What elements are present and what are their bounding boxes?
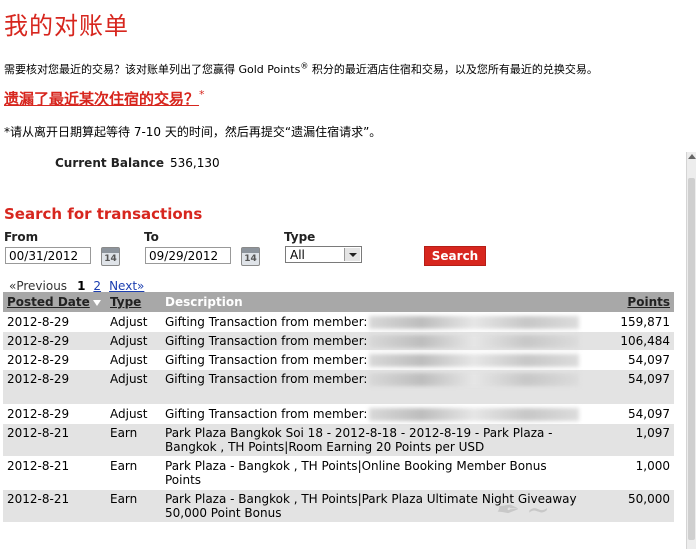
chevron-down-icon[interactable] [344, 248, 360, 261]
row-description: Park Plaza - Bangkok , TH Points|Online … [161, 456, 604, 490]
row-date: 2012-8-21 [3, 489, 106, 522]
points-header[interactable]: Points [604, 292, 674, 313]
row-description: Gifting Transaction from member: [161, 312, 604, 332]
table-row: 2012-8-21 Earn Park Plaza - Bangkok , TH… [3, 456, 674, 490]
row-type: Earn [106, 423, 161, 457]
row-date: 2012-8-29 [3, 350, 106, 370]
table-row: 2012-8-29 Adjust Gifting Transaction fro… [3, 404, 674, 424]
table-row: 2012-8-29 Adjust Gifting Transaction fro… [3, 350, 674, 370]
row-date: 2012-8-29 [3, 369, 106, 405]
missing-stay-row: 遗漏了最近某次住宿的交易？* [4, 88, 205, 109]
page-2-link[interactable]: 2 [93, 279, 101, 293]
page-title: 我的对账单 [4, 12, 129, 40]
balance-label: Current Balance [55, 156, 165, 170]
intro-text-part2: 积分的最近酒店住宿和交易，以及您所有最近的兑换交易。 [308, 63, 598, 76]
current-page: 1 [77, 279, 86, 293]
row-type: Adjust [106, 350, 161, 370]
row-type: Adjust [106, 404, 161, 424]
redacted-member-name [369, 335, 580, 348]
row-description-text: Gifting Transaction from member: [165, 407, 368, 421]
row-description: Gifting Transaction from member: [161, 369, 604, 405]
row-points: 50,000 [604, 489, 674, 522]
row-description: Gifting Transaction from member: [161, 331, 604, 351]
search-button[interactable]: Search [424, 246, 486, 266]
row-type: Earn [106, 489, 161, 522]
description-header: Description [161, 292, 604, 313]
type-select[interactable]: All [285, 246, 362, 263]
redacted-member-name [369, 408, 580, 421]
from-calendar-icon[interactable]: 14 [101, 247, 120, 266]
scroll-up-arrow-icon[interactable] [688, 154, 696, 159]
waiting-note: *请从离开日期算起等待 7-10 天的时间，然后再提交“遗漏住宿请求”。 [4, 125, 382, 139]
row-points: 54,097 [604, 350, 674, 370]
row-date: 2012-8-29 [3, 404, 106, 424]
missing-stay-link[interactable]: 遗漏了最近某次住宿的交易？ [4, 90, 199, 108]
row-date: 2012-8-29 [3, 312, 106, 332]
previous-page-link[interactable]: «Previous [9, 279, 67, 293]
row-description-line2: Bangkok , TH Points|Room Earning 20 Poin… [165, 440, 485, 454]
sort-desc-icon[interactable] [92, 299, 101, 306]
pagination: «Previous 1 2 Next» [9, 279, 144, 293]
row-description-line1: Park Plaza - Bangkok , TH Points|Online … [165, 459, 547, 473]
table-row: 2012-8-29 Adjust Gifting Transaction fro… [3, 331, 674, 351]
scrollbar-thumb[interactable] [688, 178, 695, 540]
from-date-input[interactable] [5, 247, 91, 264]
row-description-line1: Park Plaza Bangkok Soi 18 - 2012-8-18 - … [165, 426, 553, 440]
row-description-line2: Points [165, 473, 202, 487]
from-label: From [4, 230, 39, 244]
row-description: Gifting Transaction from member: [161, 404, 604, 424]
calendar-number: 14 [244, 254, 257, 264]
type-label: Type [284, 230, 316, 244]
row-date: 2012-8-21 [3, 423, 106, 457]
row-type: Adjust [106, 312, 161, 332]
table-row: 2012-8-21 Earn Park Plaza Bangkok Soi 18… [3, 423, 674, 457]
redacted-member-name [369, 373, 580, 386]
table-row: 2012-8-29 Adjust Gifting Transaction fro… [3, 312, 674, 332]
table-header-row: Posted Date Type Description Points [3, 292, 674, 313]
row-date: 2012-8-21 [3, 456, 106, 490]
to-label: To [144, 230, 159, 244]
redacted-member-name [369, 354, 580, 367]
row-points: 1,000 [604, 456, 674, 490]
row-points: 159,871 [604, 312, 674, 332]
table-row: 2012-8-29 Adjust Gifting Transaction fro… [3, 369, 674, 405]
row-type: Adjust [106, 369, 161, 405]
row-type: Earn [106, 456, 161, 490]
row-points: 54,097 [604, 404, 674, 424]
row-type: Adjust [106, 331, 161, 351]
type-select-value: All [290, 248, 305, 262]
table-row: 2012-8-21 Earn Park Plaza - Bangkok , TH… [3, 489, 674, 522]
row-description: Park Plaza - Bangkok , TH Points|Park Pl… [161, 489, 604, 522]
row-description-text: Gifting Transaction from member: [165, 315, 368, 329]
row-points: 106,484 [604, 331, 674, 351]
current-balance: Current Balance 536,130 [55, 156, 220, 170]
posted-date-header-label: Posted Date [7, 295, 90, 309]
row-description: Park Plaza Bangkok Soi 18 - 2012-8-18 - … [161, 423, 604, 457]
row-description: Gifting Transaction from member: [161, 350, 604, 370]
row-points: 54,097 [604, 369, 674, 405]
row-points: 1,097 [604, 423, 674, 457]
row-description-line2: 50,000 Point Bonus [165, 506, 282, 520]
search-heading: Search for transactions [4, 205, 203, 223]
calendar-number: 14 [104, 254, 117, 264]
to-date-input[interactable] [145, 247, 231, 264]
next-page-link[interactable]: Next» [109, 279, 144, 293]
transactions-table: Posted Date Type Description Points 2012… [3, 292, 674, 522]
row-description-text: Gifting Transaction from member: [165, 372, 368, 386]
row-date: 2012-8-29 [3, 331, 106, 351]
row-description-line1: Park Plaza - Bangkok , TH Points|Park Pl… [165, 492, 577, 506]
intro-text: 需要核对您最近的交易？该对账单列出了您赢得 Gold Points® 积分的最近… [4, 61, 598, 77]
to-calendar-icon[interactable]: 14 [241, 247, 260, 266]
row-description-text: Gifting Transaction from member: [165, 334, 368, 348]
redacted-member-name [369, 316, 580, 329]
type-header[interactable]: Type [106, 292, 161, 313]
balance-value: 536,130 [170, 156, 220, 170]
intro-text-part1: 需要核对您最近的交易？该对账单列出了您赢得 Gold Points [4, 63, 301, 76]
row-description-text: Gifting Transaction from member: [165, 353, 368, 367]
posted-date-header[interactable]: Posted Date [3, 292, 106, 313]
asterisk-mark: * [199, 88, 205, 101]
